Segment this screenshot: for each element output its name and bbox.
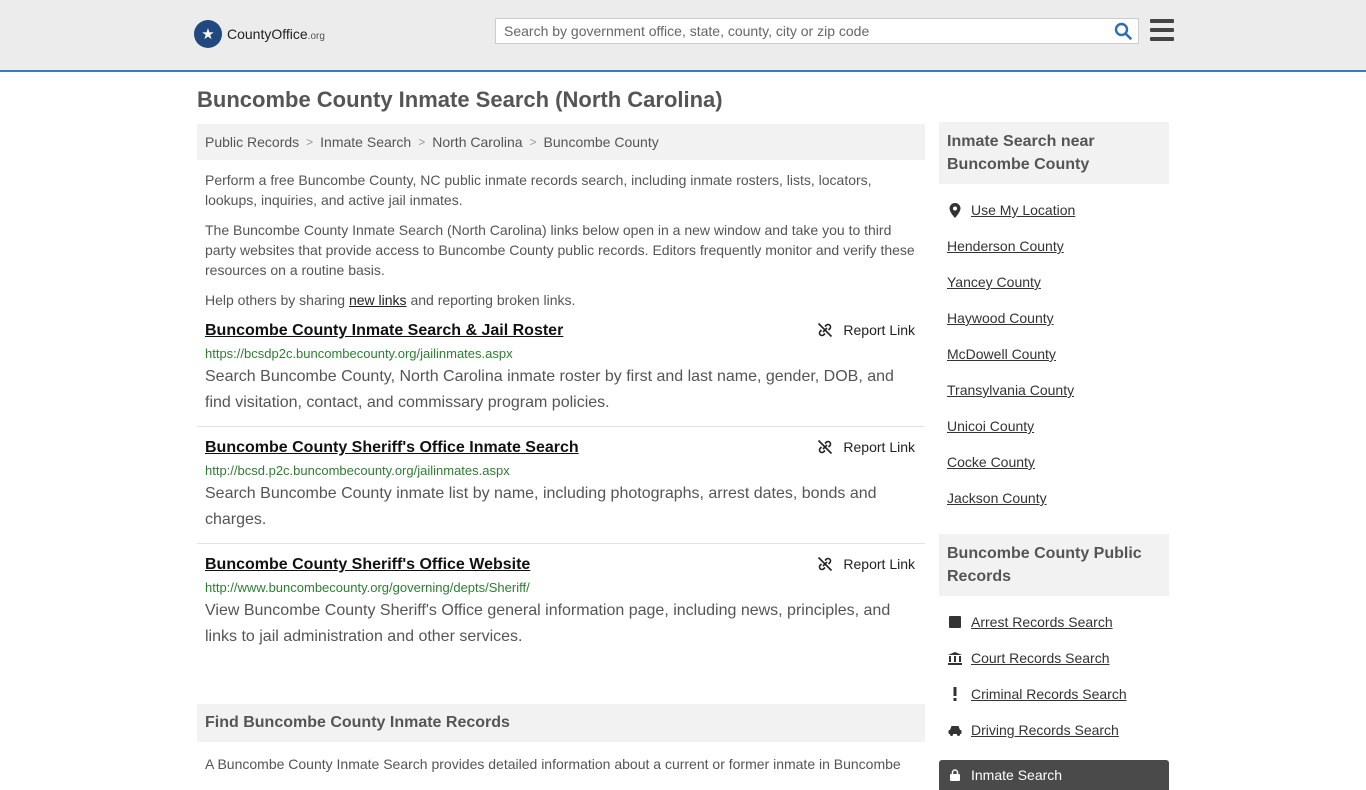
find-records-heading: Find Buncombe County Inmate Records bbox=[197, 704, 925, 742]
breadcrumb-separator-icon: > bbox=[306, 135, 314, 149]
report-link-label: Report Link bbox=[843, 556, 915, 572]
sidebar-item-county: Jackson County bbox=[947, 480, 1169, 516]
sidebar-item-county: Haywood County bbox=[947, 300, 1169, 336]
car-icon bbox=[947, 725, 963, 736]
sidebar-item-county: McDowell County bbox=[947, 336, 1169, 372]
nearby-county-link[interactable]: Cocke County bbox=[947, 454, 1035, 470]
result-description: Search Buncombe County, North Carolina i… bbox=[205, 368, 894, 411]
sidebar-item-county: Yancey County bbox=[947, 264, 1169, 300]
find-records-text: A Buncombe County Inmate Search provides… bbox=[205, 756, 901, 772]
sidebar-item-driving-records: Driving Records Search bbox=[947, 712, 1169, 748]
inmate-search-label: Inmate Search bbox=[971, 767, 1063, 783]
arrest-records-link[interactable]: Arrest Records Search bbox=[971, 614, 1113, 630]
search-input[interactable] bbox=[496, 19, 1104, 43]
search-icon[interactable] bbox=[1114, 22, 1132, 40]
sidebar-item-county: Cocke County bbox=[947, 444, 1169, 480]
logo-emblem-icon: ★ bbox=[194, 20, 222, 48]
result-title-link[interactable]: Buncombe County Sheriff's Office Website bbox=[205, 554, 917, 576]
use-location-item: Use My Location bbox=[947, 192, 1169, 228]
page-title: Buncombe County Inmate Search (North Car… bbox=[197, 87, 723, 112]
sidebar-item-county: Henderson County bbox=[947, 228, 1169, 264]
driving-records-link[interactable]: Driving Records Search bbox=[971, 722, 1119, 738]
breadcrumb-inmate-search[interactable]: Inmate Search bbox=[320, 134, 411, 150]
court-records-link[interactable]: Court Records Search bbox=[971, 650, 1110, 666]
exclamation-icon bbox=[947, 687, 963, 701]
intro: Perform a free Buncombe County, NC publi… bbox=[197, 170, 925, 310]
breadcrumb-separator-icon: > bbox=[529, 135, 537, 149]
courthouse-icon bbox=[947, 651, 963, 665]
breadcrumb: Public Records > Inmate Search > North C… bbox=[197, 124, 925, 160]
intro-paragraph: Perform a free Buncombe County, NC publi… bbox=[205, 172, 872, 208]
main-content: Buncombe County Inmate Search (North Car… bbox=[197, 86, 925, 774]
report-link-button[interactable]: Report Link bbox=[817, 556, 915, 572]
result-description: Search Buncombe County inmate list by na… bbox=[205, 485, 877, 528]
sidebar-item-county: Transylvania County bbox=[947, 372, 1169, 408]
result-description: View Buncombe County Sheriff's Office ge… bbox=[205, 602, 891, 645]
result-item: Buncombe County Inmate Search & Jail Ros… bbox=[197, 310, 925, 427]
nearby-heading: Inmate Search near Buncombe County bbox=[939, 122, 1169, 184]
sidebar-item-county: Unicoi County bbox=[947, 408, 1169, 444]
nearby-county-link[interactable]: Jackson County bbox=[947, 490, 1047, 506]
logo-brand: CountyOffice bbox=[227, 26, 308, 42]
result-item: Buncombe County Sheriff's Office Inmate … bbox=[197, 427, 925, 544]
sidebar-item-court-records: Court Records Search bbox=[947, 640, 1169, 676]
report-link-label: Report Link bbox=[843, 322, 915, 338]
result-url: https://bcsdp2c.buncombecounty.org/jaili… bbox=[205, 346, 513, 361]
broken-link-icon bbox=[818, 322, 833, 338]
report-link-label: Report Link bbox=[843, 439, 915, 455]
sidebar-item-arrest-records: Arrest Records Search bbox=[947, 604, 1169, 640]
help-text: Help others by sharing new links and rep… bbox=[205, 292, 576, 308]
map-pin-icon bbox=[947, 202, 963, 218]
public-records-heading: Buncombe County Public Records bbox=[939, 534, 1169, 596]
result-url: http://bcsd.p2c.buncombecounty.org/jaili… bbox=[205, 463, 510, 478]
breadcrumb-current: Buncombe County bbox=[543, 134, 659, 150]
result-item: Buncombe County Sheriff's Office Website… bbox=[197, 544, 925, 660]
result-title-link[interactable]: Buncombe County Inmate Search & Jail Ros… bbox=[205, 320, 917, 342]
broken-link-icon bbox=[818, 439, 833, 455]
nearby-county-link[interactable]: McDowell County bbox=[947, 346, 1056, 362]
nearby-county-link[interactable]: Transylvania County bbox=[947, 382, 1074, 398]
public-records-list: Arrest Records Search Court Records Sear… bbox=[939, 596, 1169, 756]
search-box bbox=[495, 18, 1139, 44]
lock-icon bbox=[947, 769, 963, 781]
hamburger-menu-icon[interactable] bbox=[1150, 19, 1174, 41]
nearby-county-link[interactable]: Unicoi County bbox=[947, 418, 1034, 434]
nearby-county-link[interactable]: Haywood County bbox=[947, 310, 1054, 326]
report-link-button[interactable]: Report Link bbox=[817, 322, 915, 338]
sidebar-item-inmate-search-active[interactable]: Inmate Search bbox=[939, 760, 1169, 790]
report-link-button[interactable]: Report Link bbox=[817, 439, 915, 455]
sidebar: Inmate Search near Buncombe County Use M… bbox=[939, 122, 1169, 790]
nearby-county-link[interactable]: Yancey County bbox=[947, 274, 1041, 290]
breadcrumb-north-carolina[interactable]: North Carolina bbox=[432, 134, 522, 150]
breadcrumb-public-records[interactable]: Public Records bbox=[205, 134, 299, 150]
sidebar-item-criminal-records: Criminal Records Search bbox=[947, 676, 1169, 712]
criminal-records-link[interactable]: Criminal Records Search bbox=[971, 686, 1127, 702]
site-header: ★ CountyOffice.org bbox=[0, 0, 1366, 72]
use-my-location-link[interactable]: Use My Location bbox=[971, 202, 1075, 218]
nearby-list: Use My Location Henderson County Yancey … bbox=[939, 184, 1169, 524]
intro-paragraph: The Buncombe County Inmate Search (North… bbox=[205, 222, 915, 278]
new-links-link[interactable]: new links bbox=[349, 292, 407, 308]
logo-tld: .org bbox=[307, 31, 325, 42]
result-url: http://www.buncombecounty.org/governing/… bbox=[205, 580, 530, 595]
breadcrumb-separator-icon: > bbox=[418, 135, 426, 149]
broken-link-icon bbox=[818, 556, 833, 572]
result-title-link[interactable]: Buncombe County Sheriff's Office Inmate … bbox=[205, 437, 917, 459]
square-icon bbox=[947, 616, 963, 628]
site-logo[interactable]: ★ CountyOffice.org bbox=[194, 20, 325, 48]
nearby-county-link[interactable]: Henderson County bbox=[947, 238, 1064, 254]
